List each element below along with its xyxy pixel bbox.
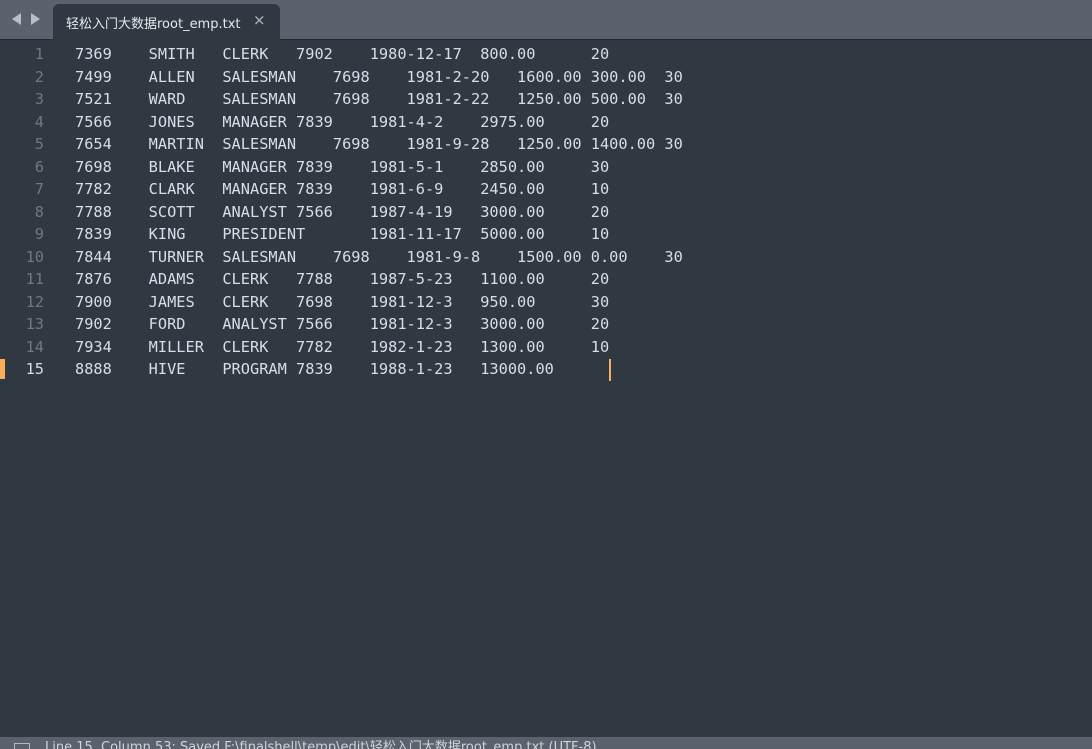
line-text[interactable]: 7839 KING PRESIDENT 1981-11-17 5000.00 1… xyxy=(75,223,609,246)
tab-title: 轻松入门大数据root_emp.txt xyxy=(66,17,241,32)
editor-text-area[interactable]: 1 7369 SMITH CLERK 7902 1980-12-17 800.00… xyxy=(0,42,1092,737)
editor-line[interactable]: 1 7369 SMITH CLERK 7902 1980-12-17 800.00… xyxy=(0,43,1092,66)
line-number: 2 xyxy=(34,67,44,86)
editor-line[interactable]: 11 7876 ADAMS CLERK 7788 1987-5-23 1100.0… xyxy=(0,268,1092,291)
nav-left-icon[interactable] xyxy=(12,13,21,25)
line-text[interactable]: 7902 FORD ANALYST 7566 1981-12-3 3000.00… xyxy=(75,313,609,336)
tab-file[interactable]: 轻松入门大数据root_emp.txt × xyxy=(53,4,280,40)
line-number: 15 xyxy=(25,360,44,378)
editor-line[interactable]: 5 7654 MARTIN SALESMAN 7698 1981-9-28 125… xyxy=(0,133,1092,156)
status-text: Line 15, Column 53; Saved F:\finalshell\… xyxy=(45,740,597,749)
line-text[interactable]: 7698 BLAKE MANAGER 7839 1981-5-1 2850.00… xyxy=(75,156,609,179)
editor-line[interactable]: 3 7521 WARD SALESMAN 7698 1981-2-22 1250.… xyxy=(0,88,1092,111)
line-text[interactable]: 7900 JAMES CLERK 7698 1981-12-3 950.00 3… xyxy=(75,291,609,314)
line-number: 7 xyxy=(34,180,44,198)
line-text[interactable]: 7782 CLARK MANAGER 7839 1981-6-9 2450.00… xyxy=(75,178,609,201)
editor-line[interactable]: 10 7844 TURNER SALESMAN 7698 1981-9-8 150… xyxy=(0,246,1092,269)
editor-line[interactable]: 6 7698 BLAKE MANAGER 7839 1981-5-1 2850.0… xyxy=(0,156,1092,179)
line-number: 1 xyxy=(34,45,44,63)
line-number: 13 xyxy=(25,315,44,333)
editor-line[interactable]: 15 8888 HIVE PROGRAM 7839 1988-1-23 13000… xyxy=(0,358,1092,381)
line-number: 9 xyxy=(34,225,44,243)
line-text[interactable]: 8888 HIVE PROGRAM 7839 1988-1-23 13000.0… xyxy=(75,358,554,381)
line-number: 5 xyxy=(34,135,44,153)
editor-line[interactable]: 8 7788 SCOTT ANALYST 7566 1987-4-19 3000.… xyxy=(0,201,1092,224)
line-number: 11 xyxy=(25,270,44,288)
line-number: 10 xyxy=(25,247,44,266)
line-text[interactable]: 7566 JONES MANAGER 7839 1981-4-2 2975.00… xyxy=(75,111,609,134)
editor-line[interactable]: 2 7499 ALLEN SALESMAN 7698 1981-2-20 1600… xyxy=(0,66,1092,89)
panel-toggle-icon[interactable] xyxy=(14,743,30,749)
line-number: 12 xyxy=(25,292,44,311)
line-text[interactable]: 7788 SCOTT ANALYST 7566 1987-4-19 3000.0… xyxy=(75,201,609,224)
line-text[interactable]: 7369 SMITH CLERK 7902 1980-12-17 800.00 … xyxy=(75,43,609,66)
text-caret xyxy=(609,359,611,381)
line-text[interactable]: 7934 MILLER CLERK 7782 1982-1-23 1300.00… xyxy=(75,336,609,359)
editor-line[interactable]: 14 7934 MILLER CLERK 7782 1982-1-23 1300.… xyxy=(0,336,1092,359)
line-text[interactable]: 7499 ALLEN SALESMAN 7698 1981-2-20 1600.… xyxy=(75,66,683,89)
line-number: 6 xyxy=(34,157,44,176)
line-number: 3 xyxy=(34,90,44,108)
line-text[interactable]: 7876 ADAMS CLERK 7788 1987-5-23 1100.00 … xyxy=(75,268,609,291)
editor-line[interactable]: 12 7900 JAMES CLERK 7698 1981-12-3 950.00… xyxy=(0,291,1092,314)
editor-line[interactable]: 7 7782 CLARK MANAGER 7839 1981-6-9 2450.0… xyxy=(0,178,1092,201)
nav-right-icon[interactable] xyxy=(31,13,40,25)
line-number: 14 xyxy=(25,337,44,356)
tab-bar: 轻松入门大数据root_emp.txt × xyxy=(0,0,1092,40)
status-bar: Line 15, Column 53; Saved F:\finalshell\… xyxy=(0,737,1092,749)
editor-line[interactable]: 13 7902 FORD ANALYST 7566 1981-12-3 3000.… xyxy=(0,313,1092,336)
line-text[interactable]: 7844 TURNER SALESMAN 7698 1981-9-8 1500.… xyxy=(75,246,683,269)
editor-line[interactable]: 4 7566 JONES MANAGER 7839 1981-4-2 2975.0… xyxy=(0,111,1092,134)
line-text[interactable]: 7521 WARD SALESMAN 7698 1981-2-22 1250.0… xyxy=(75,88,683,111)
line-number: 8 xyxy=(34,202,44,221)
line-text[interactable]: 7654 MARTIN SALESMAN 7698 1981-9-28 1250… xyxy=(75,133,683,156)
line-number: 4 xyxy=(34,112,44,131)
close-icon[interactable]: × xyxy=(253,12,266,28)
editor-line[interactable]: 9 7839 KING PRESIDENT 1981-11-17 5000.00 … xyxy=(0,223,1092,246)
